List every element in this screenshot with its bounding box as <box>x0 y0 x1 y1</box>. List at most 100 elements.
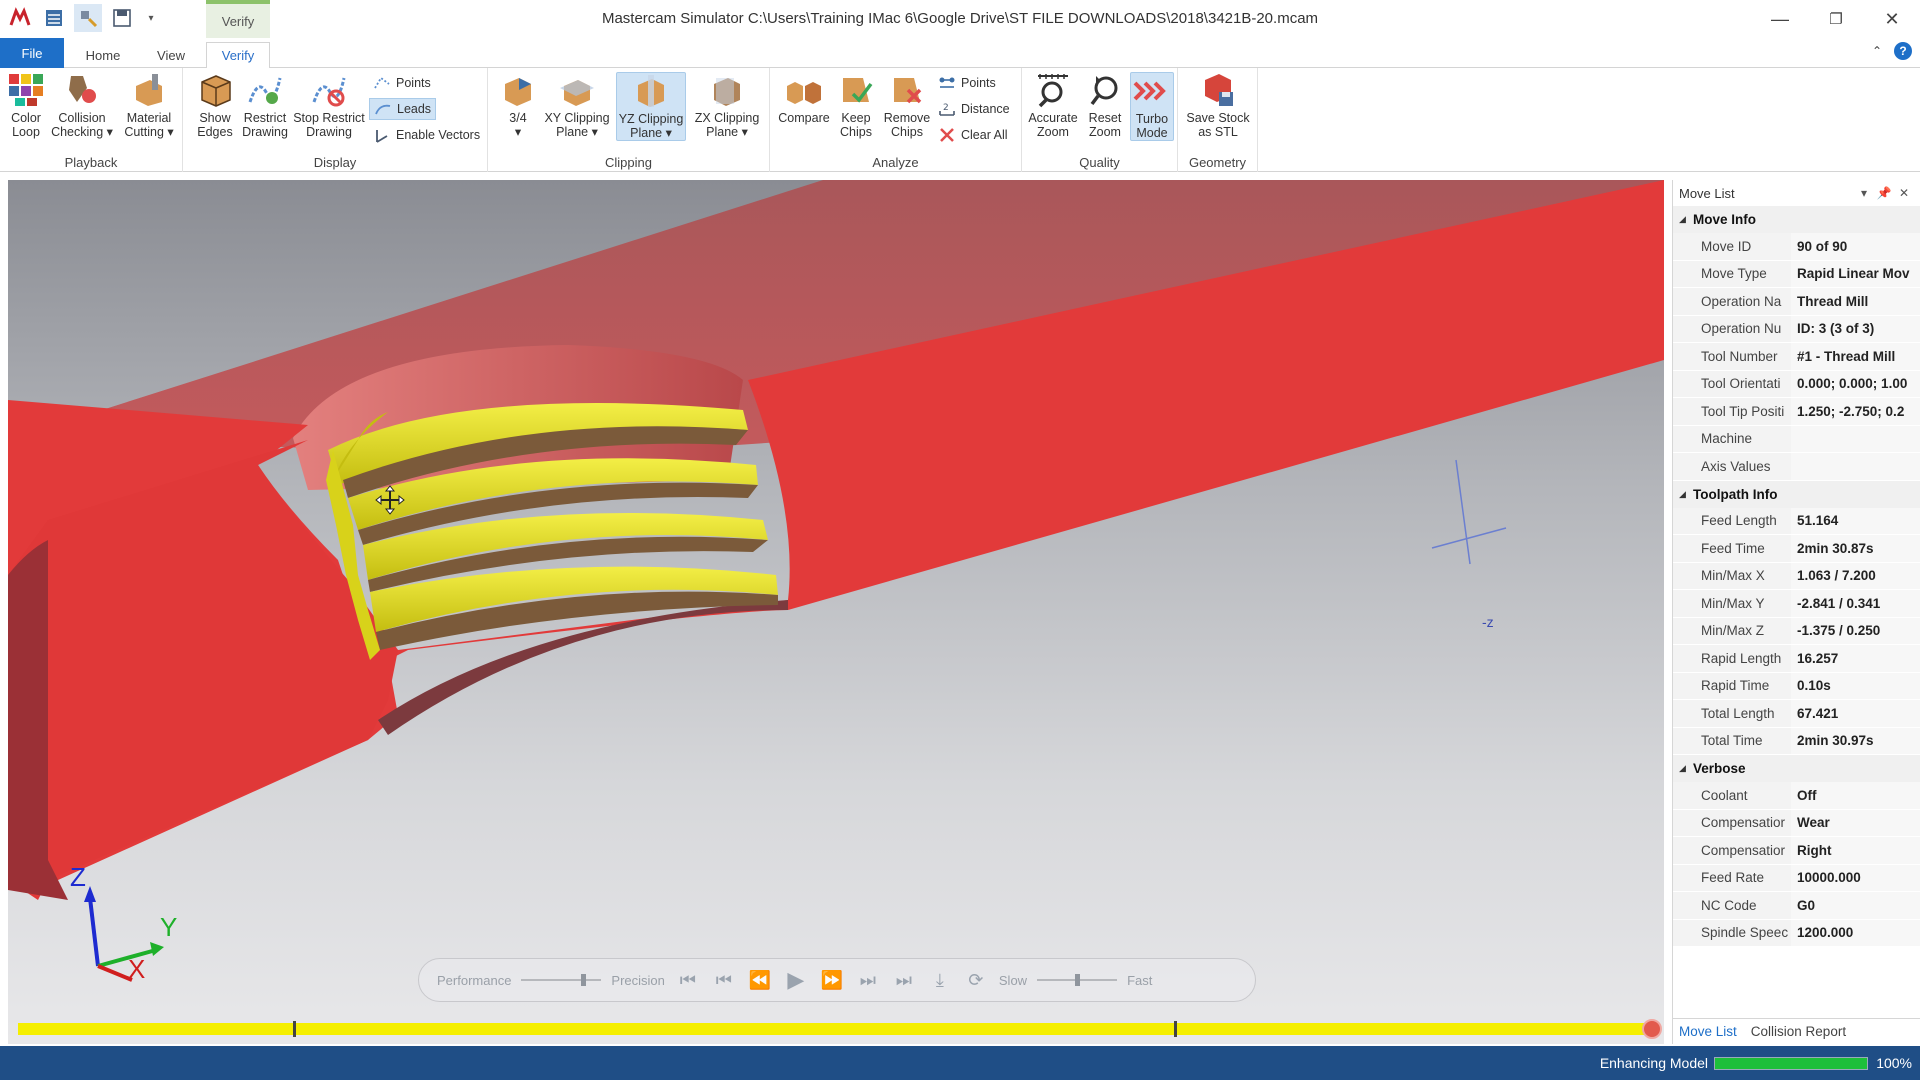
go-to-start-icon[interactable]: ⏮ <box>675 967 701 993</box>
reset-zoom-button[interactable]: Reset Zoom <box>1082 72 1128 139</box>
collision-checking-button[interactable]: Collision Checking ▾ <box>51 72 113 139</box>
tab-file[interactable]: File <box>0 38 64 68</box>
property-row[interactable]: Move ID 90 of 90 <box>1673 233 1920 261</box>
axis-label-x: X <box>128 954 146 984</box>
keep-chips-button[interactable]: Keep Chips <box>834 72 878 139</box>
group-display: Show Edges Restrict Drawing Stop Restric… <box>183 68 488 172</box>
property-row[interactable]: Operation Nu ID: 3 (3 of 3) <box>1673 315 1920 343</box>
property-row[interactable]: Spindle Speec 1200.000 <box>1673 919 1920 947</box>
collapse-icon[interactable]: ◢ <box>1679 214 1693 225</box>
panel-close-icon[interactable]: ✕ <box>1896 186 1912 200</box>
tab-collision-report[interactable]: Collision Report <box>1751 1024 1846 1039</box>
stop-restrict-drawing-button[interactable]: Stop Restrict Drawing <box>291 72 367 139</box>
step-forward-icon[interactable]: ⏭ <box>855 967 881 993</box>
restrict-drawing-icon <box>248 77 282 104</box>
property-row[interactable]: Min/Max X 1.063 / 7.200 <box>1673 562 1920 590</box>
property-row[interactable]: Axis Values <box>1673 453 1920 481</box>
collapse-icon[interactable]: ◢ <box>1679 489 1693 500</box>
remove-chips-button[interactable]: Remove Chips <box>882 72 932 139</box>
restrict-drawing-button[interactable]: Restrict Drawing <box>241 72 289 139</box>
analyze-points-button[interactable]: Points <box>934 72 1000 94</box>
speed-slider[interactable] <box>1037 974 1118 986</box>
three-quarter-button[interactable]: 3/4 ▾ <box>498 72 538 139</box>
play-icon[interactable]: ▶ <box>783 967 809 993</box>
playback-controls: Performance Precision ⏮ ⏮ ⏪ ▶ ⏩ ⏭ ⏭ ⤓ ⟳ … <box>418 958 1256 1002</box>
property-row[interactable]: Coolant Off <box>1673 782 1920 810</box>
yz-clipping-plane-button[interactable]: YZ Clipping Plane ▾ <box>616 72 686 141</box>
zx-clipping-label: ZX Clipping Plane ▾ <box>694 111 760 139</box>
distance-button[interactable]: 2 Distance <box>934 98 1014 120</box>
property-row[interactable]: Compensatior Right <box>1673 837 1920 865</box>
property-value: 0.10s <box>1791 672 1920 699</box>
section-header[interactable]: ◢ Move Info <box>1673 206 1920 233</box>
property-row[interactable]: Tool Tip Positi 1.250; -2.750; 0.2 <box>1673 398 1920 426</box>
tab-verify[interactable]: Verify <box>206 42 270 69</box>
collapse-icon[interactable]: ◢ <box>1679 763 1693 774</box>
property-row[interactable]: Feed Length 51.164 <box>1673 507 1920 535</box>
property-row[interactable]: Move Type Rapid Linear Mov <box>1673 260 1920 288</box>
rewind-icon[interactable]: ⏪ <box>747 967 773 993</box>
tool-crosshair <box>1431 459 1507 565</box>
compare-button[interactable]: Compare <box>776 72 832 125</box>
xy-clipping-plane-button[interactable]: XY Clipping Plane ▾ <box>542 72 612 139</box>
section-header[interactable]: ◢ Verbose <box>1673 755 1920 782</box>
property-row[interactable]: Total Length 67.421 <box>1673 700 1920 728</box>
color-loop-button[interactable]: Color Loop <box>6 72 46 139</box>
section-header[interactable]: ◢ Toolpath Info <box>1673 480 1920 508</box>
accurate-zoom-button[interactable]: Accurate Zoom <box>1026 72 1080 139</box>
enable-vectors-button[interactable]: Enable Vectors <box>369 124 484 146</box>
quality-slider[interactable] <box>521 974 602 986</box>
property-row[interactable]: Rapid Time 0.10s <box>1673 672 1920 700</box>
collision-checking-label: Collision Checking ▾ <box>51 111 113 139</box>
property-row[interactable]: Min/Max Z -1.375 / 0.250 <box>1673 617 1920 645</box>
leads-button[interactable]: Leads <box>369 98 437 120</box>
minus-z-label: -z <box>1482 614 1494 630</box>
property-row[interactable]: Operation Na Thread Mill <box>1673 288 1920 316</box>
color-loop-label: Color Loop <box>11 111 41 139</box>
status-bar: Enhancing Model 100% <box>0 1046 1920 1080</box>
timeline-marker[interactable] <box>293 1021 296 1037</box>
property-row[interactable]: Feed Time 2min 30.87s <box>1673 535 1920 563</box>
loop-icon[interactable]: ⟳ <box>963 967 989 993</box>
group-quality: Accurate Zoom Reset Zoom Turbo Mode Qual… <box>1022 68 1178 172</box>
clear-all-button[interactable]: Clear All <box>934 124 1012 146</box>
timeline-marker[interactable] <box>1174 1021 1177 1037</box>
property-row[interactable]: Total Time 2min 30.97s <box>1673 727 1920 755</box>
step-back-icon[interactable]: ⏮ <box>711 967 737 993</box>
property-row[interactable]: Compensatior Wear <box>1673 809 1920 837</box>
property-row[interactable]: NC Code G0 <box>1673 892 1920 920</box>
minimize-icon[interactable]: — <box>1752 0 1808 38</box>
simulation-viewport[interactable]: Z Y X -z <box>8 180 1664 1044</box>
go-to-end-icon[interactable]: ⏭ <box>891 967 917 993</box>
fast-forward-icon[interactable]: ⏩ <box>819 967 845 993</box>
stop-conditions-icon[interactable]: ⤓ <box>927 967 953 993</box>
display-points-label: Points <box>396 76 431 90</box>
tab-move-list[interactable]: Move List <box>1679 1024 1737 1039</box>
simulation-timeline[interactable] <box>18 1021 1650 1037</box>
property-row[interactable]: Machine <box>1673 425 1920 453</box>
help-icon[interactable]: ? <box>1894 42 1912 60</box>
show-edges-button[interactable]: Show Edges <box>193 72 237 139</box>
material-cutting-button[interactable]: Material Cutting ▾ <box>118 72 180 139</box>
pin-icon[interactable]: 📌 <box>1876 186 1892 200</box>
panel-tabs: Move List Collision Report <box>1673 1018 1920 1044</box>
yz-clipping-icon <box>638 75 664 107</box>
collapse-ribbon-icon[interactable]: ⌃ <box>1872 44 1882 58</box>
property-row[interactable]: Tool Number #1 - Thread Mill <box>1673 343 1920 371</box>
timeline-position-handle[interactable] <box>1642 1019 1662 1039</box>
save-stock-stl-button[interactable]: Save Stock as STL <box>1184 72 1252 139</box>
yz-clipping-label: YZ Clipping Plane ▾ <box>618 112 684 140</box>
restore-icon[interactable]: ❐ <box>1808 0 1864 38</box>
zx-clipping-plane-button[interactable]: ZX Clipping Plane ▾ <box>692 72 762 139</box>
property-row[interactable]: Rapid Length 16.257 <box>1673 645 1920 673</box>
window-controls: — ❐ ✕ <box>1752 0 1920 38</box>
property-row[interactable]: Tool Orientati 0.000; 0.000; 1.00 <box>1673 370 1920 398</box>
property-row[interactable]: Min/Max Y -2.841 / 0.341 <box>1673 590 1920 618</box>
tab-home[interactable]: Home <box>72 42 134 68</box>
property-row[interactable]: Feed Rate 10000.000 <box>1673 864 1920 892</box>
close-icon[interactable]: ✕ <box>1864 0 1920 38</box>
panel-dropdown-icon[interactable]: ▾ <box>1856 186 1872 200</box>
turbo-mode-button[interactable]: Turbo Mode <box>1130 72 1174 141</box>
tab-view[interactable]: View <box>142 42 200 68</box>
display-points-button[interactable]: Points <box>369 72 435 94</box>
